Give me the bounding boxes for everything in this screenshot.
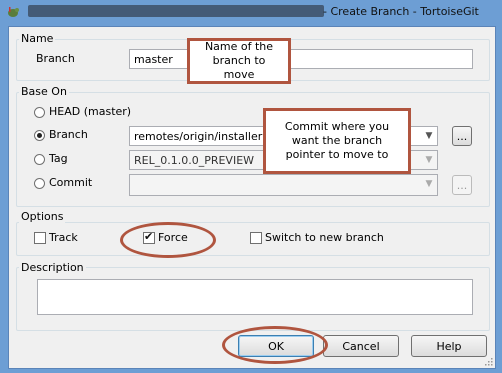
callout-commit: Commit where you want the branch pointer… — [263, 108, 411, 174]
window-title: - Create Branch - TortoiseGit — [323, 5, 479, 18]
branch-browse-button[interactable]: ... — [452, 126, 472, 146]
create-branch-window: - Create Branch - TortoiseGit Name Branc… — [0, 0, 502, 373]
tag-radio-label[interactable]: Tag — [49, 152, 68, 165]
chevron-down-icon[interactable]: ▼ — [421, 175, 437, 193]
branch-radio[interactable] — [34, 130, 45, 141]
ok-highlight-ellipse — [222, 326, 328, 364]
chevron-down-icon[interactable]: ▼ — [421, 127, 437, 145]
callout-branch-name: Name of the branch to move — [187, 38, 291, 84]
commit-browse-button[interactable]: ... — [452, 175, 472, 195]
force-highlight-ellipse — [120, 222, 216, 258]
redacted-title-segment — [28, 5, 324, 17]
title-bar[interactable]: - Create Branch - TortoiseGit — [0, 0, 502, 24]
commit-combo[interactable]: ▼ — [129, 174, 438, 196]
resize-grip-icon[interactable] — [483, 356, 493, 366]
tortoisegit-app-icon — [8, 7, 19, 17]
cancel-button[interactable]: Cancel — [323, 335, 399, 357]
name-group-label: Name — [19, 32, 56, 45]
base-on-group-label: Base On — [19, 85, 69, 98]
tag-radio[interactable] — [34, 154, 45, 165]
head-radio-label[interactable]: HEAD (master) — [49, 105, 131, 118]
branch-name-input[interactable]: master — [129, 49, 473, 69]
branch-name-label: Branch — [36, 52, 75, 65]
chevron-down-icon[interactable]: ▼ — [421, 151, 437, 169]
commit-radio[interactable] — [34, 178, 45, 189]
base-branch-value: remotes/origin/installer — [134, 130, 263, 143]
track-checkbox-label[interactable]: Track — [49, 231, 78, 244]
track-checkbox[interactable] — [34, 232, 46, 244]
switch-to-new-branch-checkbox[interactable] — [250, 232, 262, 244]
description-group-label: Description — [19, 261, 86, 274]
tag-value: REL_0.1.0.0_PREVIEW — [134, 154, 255, 167]
options-group-label: Options — [19, 210, 66, 223]
head-radio[interactable] — [34, 107, 45, 118]
help-button[interactable]: Help — [411, 335, 487, 357]
description-input[interactable] — [37, 279, 473, 315]
switch-to-new-branch-label[interactable]: Switch to new branch — [265, 231, 384, 244]
branch-radio-label[interactable]: Branch — [49, 128, 88, 141]
commit-radio-label[interactable]: Commit — [49, 176, 92, 189]
